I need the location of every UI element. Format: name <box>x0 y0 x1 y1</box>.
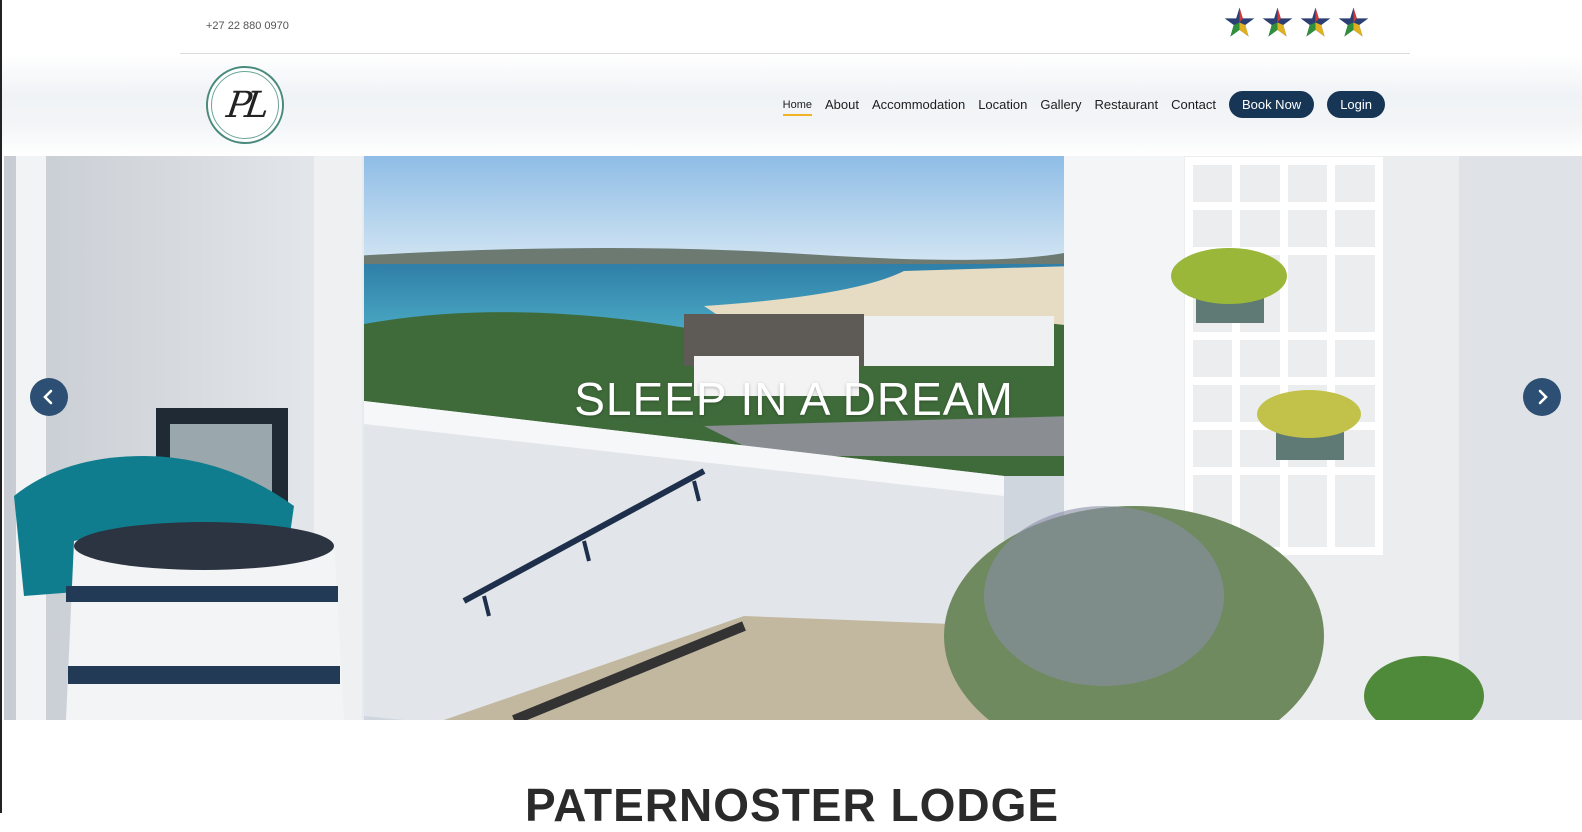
star-icon <box>1300 7 1331 37</box>
nav-about[interactable]: About <box>825 97 859 112</box>
logo-monogram: PL <box>224 84 266 126</box>
chevron-left-icon <box>43 389 53 405</box>
nav-accommodation[interactable]: Accommodation <box>872 97 965 112</box>
star-icon <box>1262 7 1293 37</box>
login-button[interactable]: Login <box>1327 91 1385 118</box>
main-nav: Home About Accommodation Location Galler… <box>770 91 1385 118</box>
chevron-right-icon <box>1538 389 1548 405</box>
slider-prev-button[interactable] <box>30 378 68 416</box>
star-icon <box>1224 7 1255 37</box>
phone-number[interactable]: +27 22 880 0970 <box>206 20 289 32</box>
hero-image <box>4 156 1582 720</box>
hero-title: SLEEP IN A DREAM <box>574 373 1014 425</box>
nav-location[interactable]: Location <box>978 97 1027 112</box>
site-logo[interactable]: PL <box>206 66 284 144</box>
section-title: PATERNOSTER LODGE <box>524 779 1060 831</box>
nav-home[interactable]: Home <box>782 99 813 116</box>
book-now-button[interactable]: Book Now <box>1228 91 1315 118</box>
hero-slider: SLEEP IN A DREAM <box>4 156 1582 720</box>
slider-next-button[interactable] <box>1523 378 1561 416</box>
nav-contact[interactable]: Contact <box>1171 97 1216 112</box>
star-icon <box>1338 7 1369 37</box>
star-rating <box>1223 6 1370 39</box>
top-bar: +27 22 880 0970 <box>180 0 1410 54</box>
nav-restaurant[interactable]: Restaurant <box>1095 97 1159 112</box>
nav-gallery[interactable]: Gallery <box>1040 97 1081 112</box>
